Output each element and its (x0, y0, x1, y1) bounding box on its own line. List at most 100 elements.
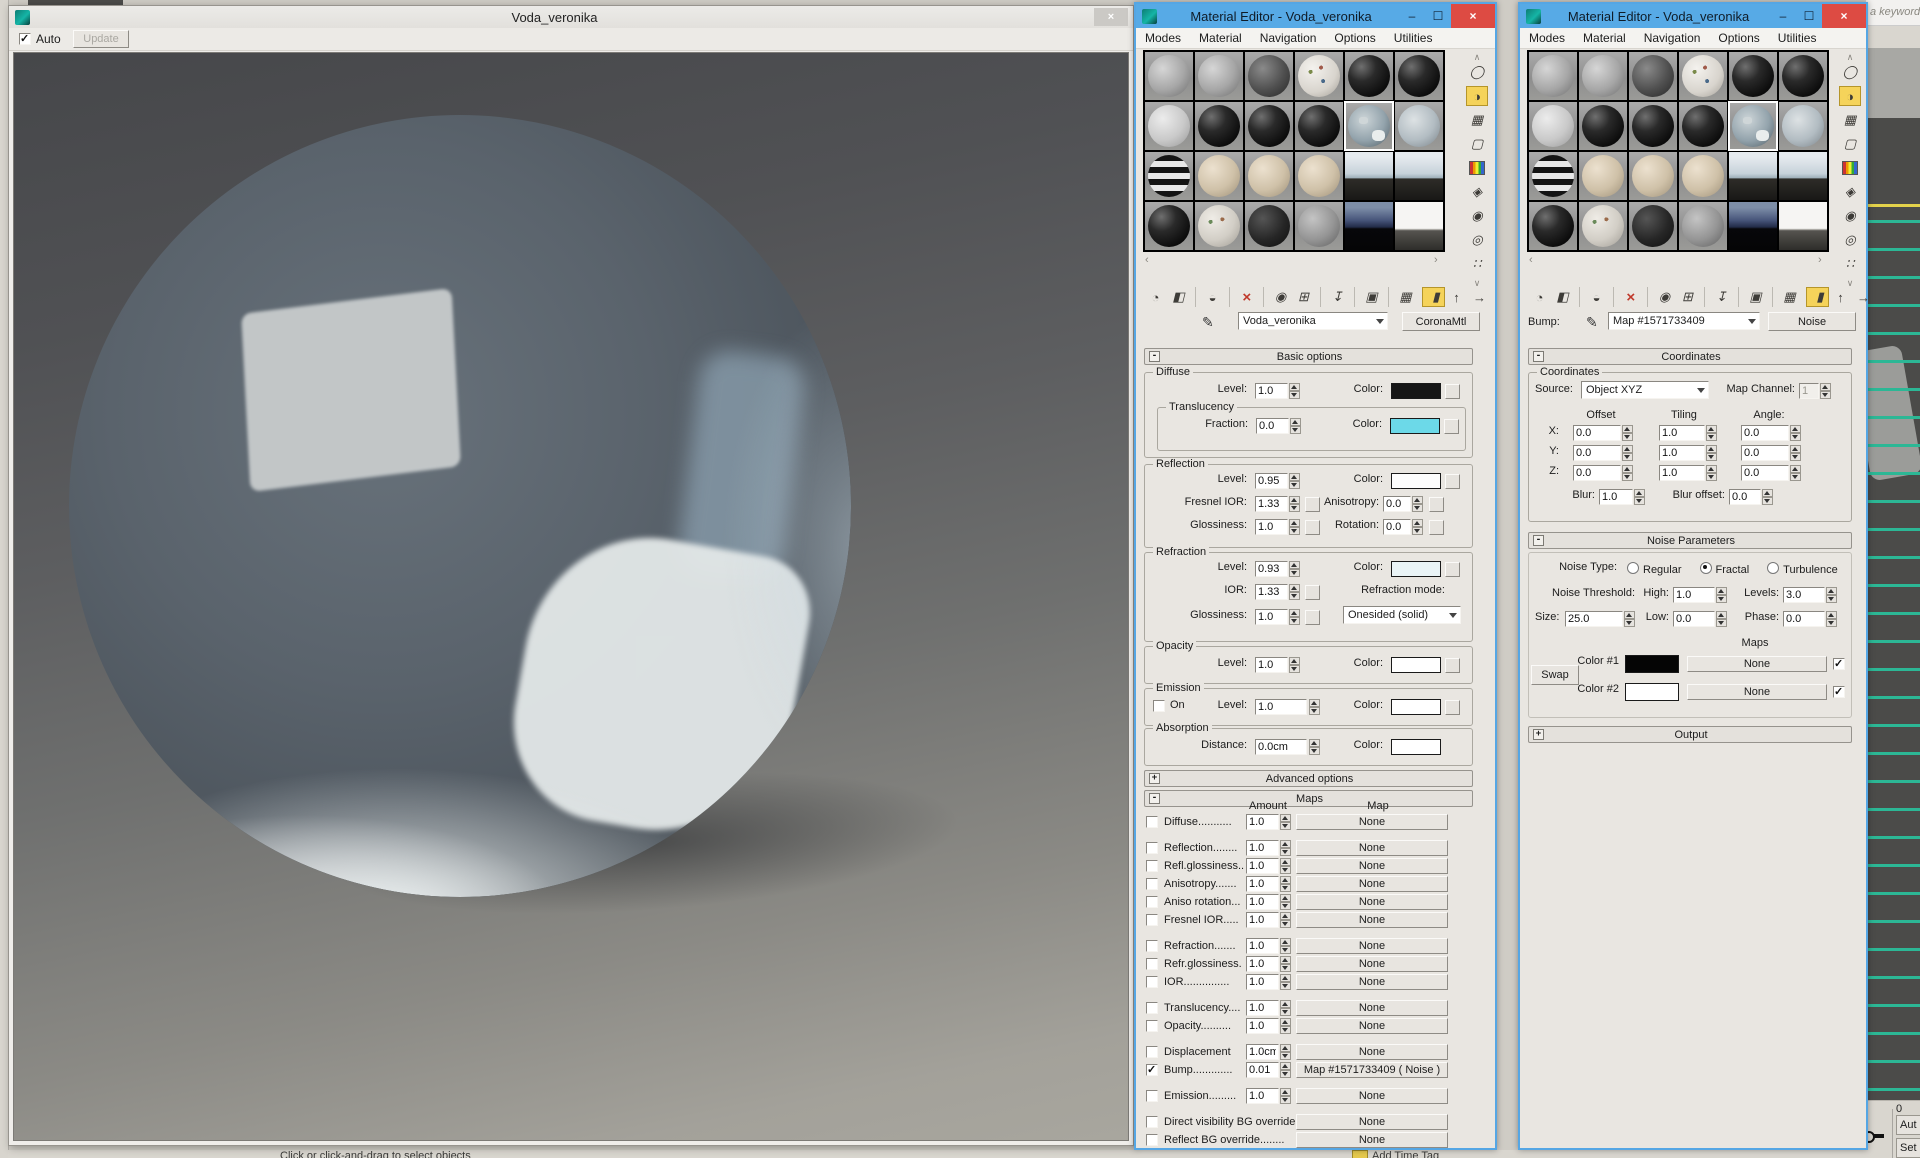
material-swatch-img-white[interactable] (1779, 202, 1827, 250)
material-swatch-gray-noise[interactable] (1529, 52, 1577, 100)
put-to-library-icon[interactable]: ↧ (1320, 287, 1349, 307)
diffuse-level-input[interactable] (1255, 383, 1288, 399)
material-swatch-black-gloss[interactable] (1145, 202, 1193, 250)
spinner[interactable] (1309, 739, 1320, 755)
noise-low-input[interactable] (1673, 611, 1715, 627)
map-amount-input[interactable] (1246, 1088, 1279, 1104)
search-keyword-field[interactable]: a keyword (1866, 0, 1920, 26)
material-swatch-gray-rough[interactable] (1679, 202, 1727, 250)
background-checker-icon[interactable]: ▦ (1839, 110, 1861, 130)
offset-input[interactable] (1573, 465, 1621, 481)
collapse-icon[interactable]: - (1533, 351, 1544, 362)
map-button[interactable]: None (1296, 938, 1448, 954)
tiling-input[interactable] (1659, 465, 1705, 481)
spinner[interactable] (1280, 1018, 1291, 1034)
material-id-channel-icon[interactable]: ▣ (1354, 287, 1383, 307)
reflection-color-swatch[interactable] (1391, 473, 1441, 489)
material-swatch-tan[interactable] (1195, 152, 1243, 200)
make-preview-icon[interactable]: ◈ (1839, 182, 1861, 202)
collapse-icon[interactable]: - (1149, 351, 1160, 362)
map-amount-input[interactable] (1246, 894, 1279, 910)
material-swatch-stripe[interactable] (1529, 152, 1577, 200)
material-swatch-black-gloss[interactable] (1345, 52, 1393, 100)
noise-size-input[interactable] (1565, 611, 1623, 627)
map-enable-checkbox[interactable] (1146, 914, 1158, 926)
material-swatch-glass-light[interactable] (1779, 102, 1827, 150)
make-material-copy-icon[interactable]: ◉ (1263, 287, 1292, 307)
material-swatch-img-white[interactable] (1395, 202, 1443, 250)
blur-offset-input[interactable] (1729, 489, 1761, 505)
spinner[interactable] (1412, 496, 1423, 512)
map-enable-checkbox[interactable] (1146, 896, 1158, 908)
material-type-button[interactable]: CoronaMtl (1402, 312, 1480, 331)
menu-navigation[interactable]: Navigation (1635, 31, 1710, 45)
make-unique-icon[interactable]: ⊞ (1676, 287, 1699, 307)
refraction-level-input[interactable] (1255, 561, 1288, 577)
map-button[interactable]: None (1296, 840, 1448, 856)
map-button[interactable]: None (1296, 1114, 1448, 1130)
options-icon[interactable]: ◉ (1466, 206, 1488, 226)
rollout-advanced-options[interactable]: + Advanced options (1144, 770, 1473, 787)
minimize-button[interactable]: – (1399, 4, 1425, 28)
show-end-result-icon[interactable]: ▮ (1806, 287, 1829, 307)
spinner[interactable] (1716, 611, 1727, 627)
material-swatch-tan[interactable] (1295, 152, 1343, 200)
update-button[interactable]: Update (73, 30, 129, 48)
map-enable-checkbox[interactable] (1146, 976, 1158, 988)
spinner[interactable] (1280, 894, 1291, 910)
material-swatch-tan[interactable] (1629, 152, 1677, 200)
collapse-icon[interactable]: - (1533, 535, 1544, 546)
spinner[interactable] (1706, 465, 1717, 481)
maximize-button[interactable]: ☐ (1425, 4, 1451, 28)
material-swatch-white-speckle[interactable] (1295, 52, 1343, 100)
spinner[interactable] (1280, 1044, 1291, 1060)
sample-uv-tiling-icon[interactable]: ▢ (1466, 134, 1488, 154)
close-button[interactable]: × (1822, 4, 1866, 28)
spinner[interactable] (1290, 418, 1301, 434)
material-swatch-dark-noise[interactable] (1245, 52, 1293, 100)
material-swatch-black-gloss[interactable] (1629, 102, 1677, 150)
map-amount-input[interactable] (1246, 1062, 1279, 1078)
noise-color1-map-button[interactable]: None (1687, 656, 1827, 672)
opacity-level-input[interactable] (1255, 657, 1288, 673)
material-swatch-light-noise[interactable] (1145, 102, 1193, 150)
sample-type-sphere-icon[interactable]: ◯ (1839, 62, 1861, 82)
angle-input[interactable] (1741, 445, 1789, 461)
map-enable-checkbox[interactable] (1146, 1134, 1158, 1146)
spinner[interactable] (1280, 974, 1291, 990)
material-swatch-black-gloss[interactable] (1195, 102, 1243, 150)
select-by-material-icon[interactable]: ◎ (1839, 230, 1861, 250)
eyedropper-icon[interactable]: ✎ (1586, 314, 1598, 331)
map-amount-input[interactable] (1246, 974, 1279, 990)
map-button[interactable]: None (1296, 956, 1448, 972)
set-key-button[interactable]: Set (1896, 1138, 1920, 1158)
noise-color2-swatch[interactable] (1625, 683, 1679, 701)
spinner[interactable] (1826, 587, 1837, 603)
refraction-mode-dropdown[interactable]: Onesided (solid) (1343, 606, 1461, 624)
spinner[interactable] (1790, 465, 1801, 481)
spinner[interactable] (1289, 584, 1300, 600)
opacity-color-map-stub[interactable] (1445, 658, 1460, 673)
tiling-input[interactable] (1659, 425, 1705, 441)
map-enable-checkbox[interactable] (1146, 816, 1158, 828)
noise-color1-swatch[interactable] (1625, 655, 1679, 673)
map-button[interactable]: None (1296, 876, 1448, 892)
material-swatch-black-rough[interactable] (1245, 202, 1293, 250)
reset-map-icon[interactable]: × (1229, 287, 1258, 307)
spinner[interactable] (1289, 383, 1300, 399)
offset-input[interactable] (1573, 425, 1621, 441)
material-swatch-black-gloss[interactable] (1729, 52, 1777, 100)
select-by-material-icon[interactable]: ◎ (1466, 230, 1488, 250)
backlight-icon[interactable]: ◑ (1839, 86, 1861, 106)
spinner[interactable] (1622, 465, 1633, 481)
map-amount-input[interactable] (1246, 912, 1279, 928)
map-button[interactable]: None (1296, 894, 1448, 910)
reflection-color-map-stub[interactable] (1445, 474, 1460, 489)
map-button[interactable]: None (1296, 974, 1448, 990)
opacity-color-swatch[interactable] (1391, 657, 1441, 673)
go-forward-sibling-icon[interactable]: → (1468, 287, 1491, 307)
map-enable-checkbox[interactable] (1146, 958, 1158, 970)
backlight-icon[interactable]: ◑ (1466, 86, 1488, 106)
material-swatch-black-gloss[interactable] (1529, 202, 1577, 250)
put-material-to-scene-icon[interactable]: ◧ (1551, 287, 1574, 307)
